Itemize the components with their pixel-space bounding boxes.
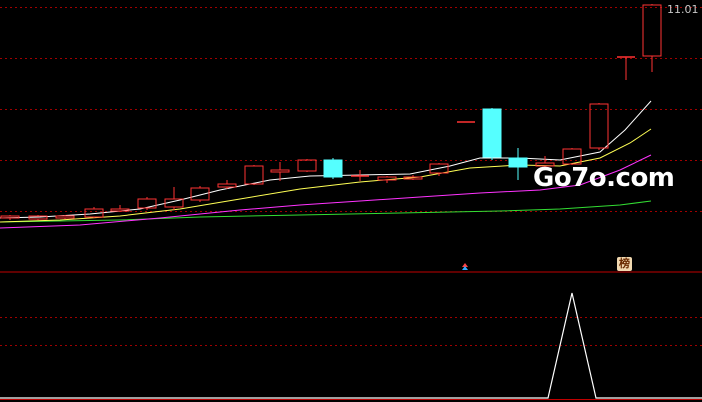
stock-chart [0, 4, 702, 400]
candle-up [55, 215, 75, 219]
rank-badge: 榜 [617, 257, 632, 271]
candle-body [589, 103, 609, 149]
candle-down [323, 158, 343, 179]
watermark-text: Go7o.com [533, 163, 675, 193]
candle-body [642, 4, 662, 57]
candle-up [110, 205, 130, 212]
candle-body [323, 159, 343, 178]
candle-down [482, 108, 502, 160]
candle-body [217, 183, 237, 188]
candle-body [297, 159, 317, 172]
candle-up [137, 197, 157, 210]
candle-body [377, 176, 397, 181]
candle-up [617, 56, 635, 80]
candle-up [642, 4, 662, 72]
last-price-label: 11.01 [667, 3, 699, 16]
candle-up [351, 170, 369, 181]
candle-up [589, 103, 609, 150]
candle-body [55, 215, 75, 219]
candle-body [482, 108, 502, 158]
candle-body [137, 198, 157, 209]
candle-up [377, 176, 397, 183]
candle-up [190, 186, 210, 202]
candle-body [0, 215, 20, 219]
candle-body [190, 187, 210, 201]
candle-up [0, 215, 20, 220]
candle-body [244, 165, 264, 185]
candle-down [508, 148, 528, 180]
candle-body [270, 169, 290, 173]
buy-signal-marker [462, 263, 468, 270]
candle-up [164, 187, 184, 210]
candle-up [403, 175, 423, 180]
candle-body [508, 157, 528, 168]
grid-lines [0, 7, 702, 400]
